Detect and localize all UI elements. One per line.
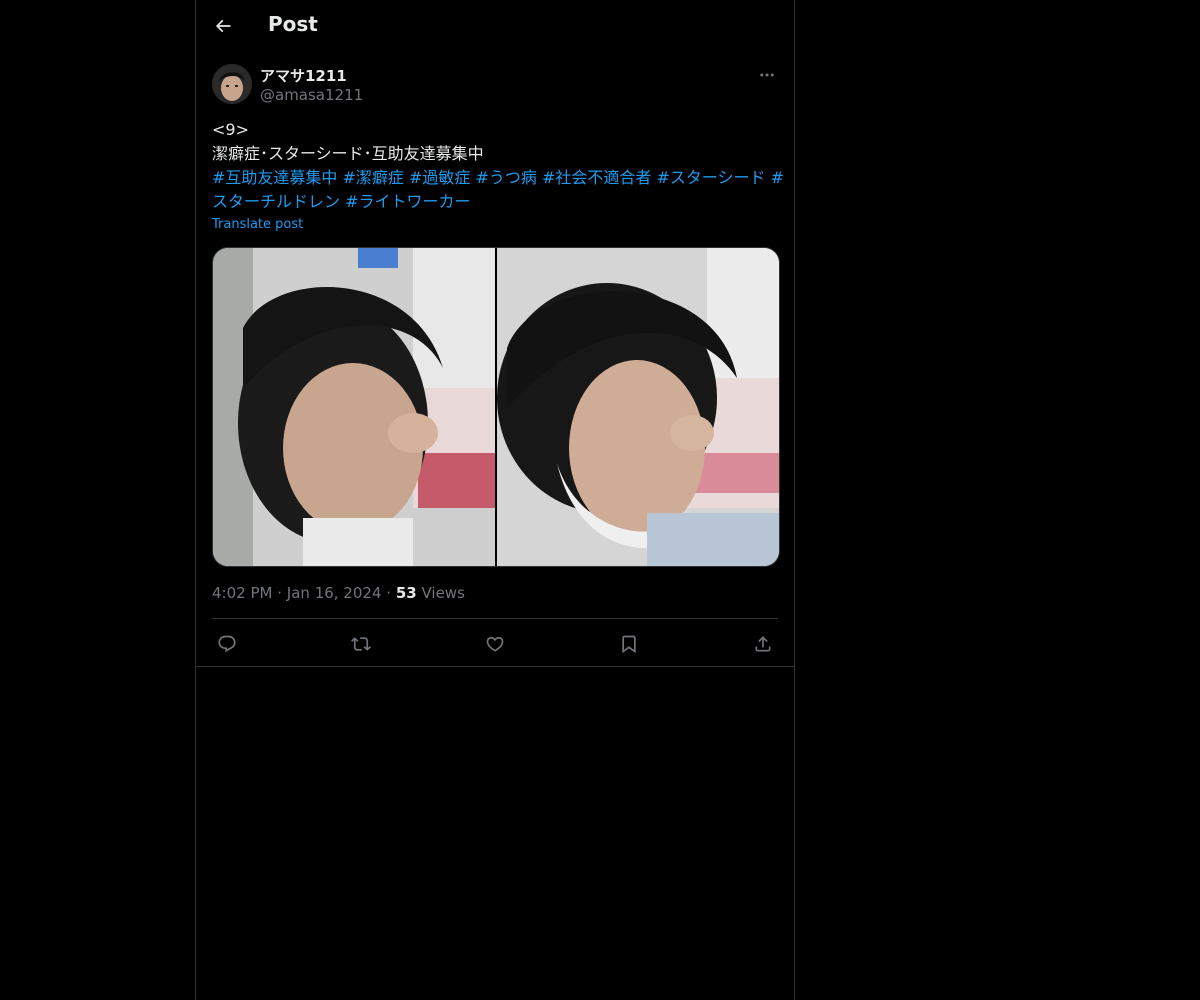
like-button[interactable] [480, 629, 510, 659]
post-date[interactable]: Jan 16, 2024 [287, 584, 382, 602]
photo-image [213, 248, 495, 566]
arrow-left-icon [215, 19, 231, 33]
author-handle[interactable]: @amasa1211 [260, 86, 363, 104]
repost-icon [351, 637, 371, 651]
main-column: Post アマサ1211 @amasa1211 <9> 潔癖症･スターシード･互… [195, 0, 795, 1000]
heart-icon [486, 636, 504, 652]
repost-button[interactable] [346, 629, 376, 659]
post-photo[interactable] [213, 248, 495, 566]
bookmark-icon [622, 635, 636, 654]
media-grid [212, 247, 780, 567]
top-bar: Post [196, 0, 794, 53]
post-time[interactable]: 4:02 PM [212, 584, 272, 602]
translate-post-link[interactable]: Translate post [212, 217, 303, 232]
divider [212, 618, 778, 619]
hashtag-line[interactable]: スターチルドレン #ライトワーカー [212, 190, 778, 214]
separator: · [386, 584, 392, 602]
hashtag-line[interactable]: #互助友達募集中 #潔癖症 #過敏症 #うつ病 #社会不適合者 #スターシード … [212, 166, 784, 190]
avatar[interactable] [212, 64, 252, 104]
separator: · [277, 584, 283, 602]
post-text-line: <9> [212, 120, 249, 139]
reply-icon [218, 635, 236, 653]
post-photo[interactable] [497, 248, 779, 566]
post-text-line: 潔癖症･スターシード･互助友達募集中 [212, 144, 484, 163]
back-button[interactable] [212, 15, 234, 37]
action-bar [212, 626, 778, 662]
more-horizontal-icon [760, 73, 774, 77]
post-meta: 4:02 PM · Jan 16, 2024 · 53 Views [212, 584, 465, 602]
reply-button[interactable] [212, 629, 242, 659]
page-title: Post [268, 12, 318, 36]
more-button[interactable] [756, 64, 778, 86]
photo-image [497, 248, 779, 566]
post-text: <9> 潔癖症･スターシード･互助友達募集中 #互助友達募集中 #潔癖症 #過敏… [212, 118, 784, 214]
share-button[interactable] [748, 629, 778, 659]
divider [196, 666, 794, 667]
bookmark-button[interactable] [614, 629, 644, 659]
share-icon [755, 636, 771, 652]
views-count: 53 [395, 584, 417, 602]
views-label: Views [421, 584, 465, 602]
author-name[interactable]: アマサ1211 [260, 65, 347, 86]
avatar-image [212, 64, 252, 104]
